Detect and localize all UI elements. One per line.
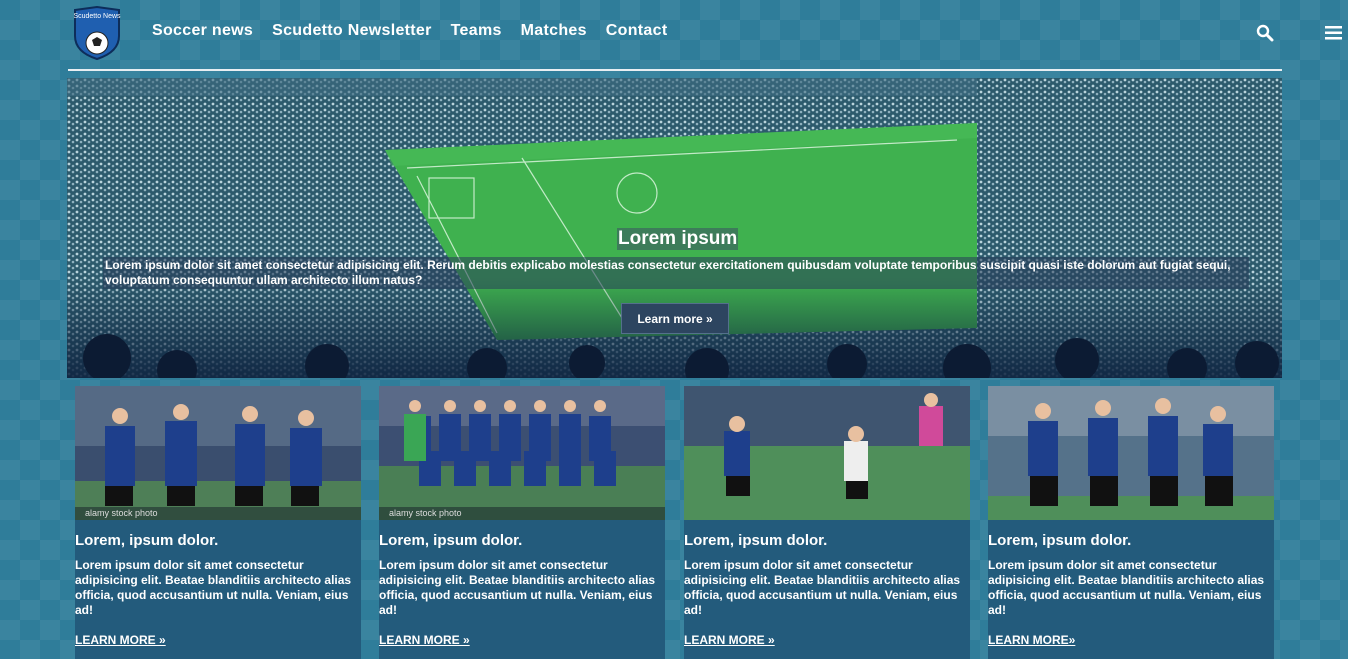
card-image[interactable] (988, 386, 1274, 520)
hero-description: Lorem ipsum dolor sit amet consectetur a… (103, 257, 1249, 289)
card-image[interactable]: alamy stock photo (379, 386, 665, 520)
nav-soccer-news[interactable]: Soccer news (152, 22, 253, 40)
card-watermark: alamy stock photo (379, 507, 665, 520)
card-image[interactable]: alamy stock photo (75, 386, 361, 520)
card-title: Lorem, ipsum dolor. (379, 532, 523, 549)
header-divider (68, 69, 1282, 71)
card-title: Lorem, ipsum dolor. (75, 532, 219, 549)
news-cards: alamy stock photo Lorem, ipsum dolor. Lo… (75, 386, 1274, 659)
card-text: Lorem ipsum dolor sit amet consectetur a… (684, 558, 961, 617)
nav-matches[interactable]: Matches (521, 22, 587, 40)
nav-teams[interactable]: Teams (451, 22, 502, 40)
site-logo[interactable]: Scudetto News (72, 5, 122, 61)
news-card: alamy stock photo Lorem, ipsum dolor. Lo… (75, 386, 361, 659)
nav-scudetto-newsletter[interactable]: Scudetto Newsletter (272, 22, 432, 40)
hamburger-icon[interactable] (1325, 26, 1342, 40)
card-title: Lorem, ipsum dolor. (684, 532, 828, 549)
hero-learn-more-button[interactable]: Learn more » (621, 303, 729, 334)
card-title: Lorem, ipsum dolor. (988, 532, 1132, 549)
card-learn-more-link[interactable]: LEARN MORE » (684, 633, 775, 647)
card-image[interactable] (684, 386, 970, 520)
card-text: Lorem ipsum dolor sit amet consectetur a… (379, 558, 656, 617)
logo-text: Scudetto News (73, 13, 121, 20)
nav-contact[interactable]: Contact (606, 22, 668, 40)
card-learn-more-link[interactable]: LEARN MORE» (988, 633, 1075, 647)
main-nav: Soccer news Scudetto Newsletter Teams Ma… (152, 22, 667, 40)
news-card: Lorem, ipsum dolor. Lorem ipsum dolor si… (684, 386, 970, 659)
card-learn-more-link[interactable]: LEARN MORE » (379, 633, 470, 647)
news-card: alamy stock photo Lorem, ipsum dolor. Lo… (379, 386, 665, 659)
news-card: Lorem, ipsum dolor. Lorem ipsum dolor si… (988, 386, 1274, 659)
hero-banner: Lorem ipsum Lorem ipsum dolor sit amet c… (67, 78, 1282, 378)
hero-title: Lorem ipsum (617, 228, 739, 250)
card-text: Lorem ipsum dolor sit amet consectetur a… (988, 558, 1265, 617)
card-text: Lorem ipsum dolor sit amet consectetur a… (75, 558, 352, 617)
search-icon[interactable] (1256, 24, 1274, 42)
card-learn-more-link[interactable]: LEARN MORE » (75, 633, 166, 647)
card-watermark: alamy stock photo (75, 507, 361, 520)
